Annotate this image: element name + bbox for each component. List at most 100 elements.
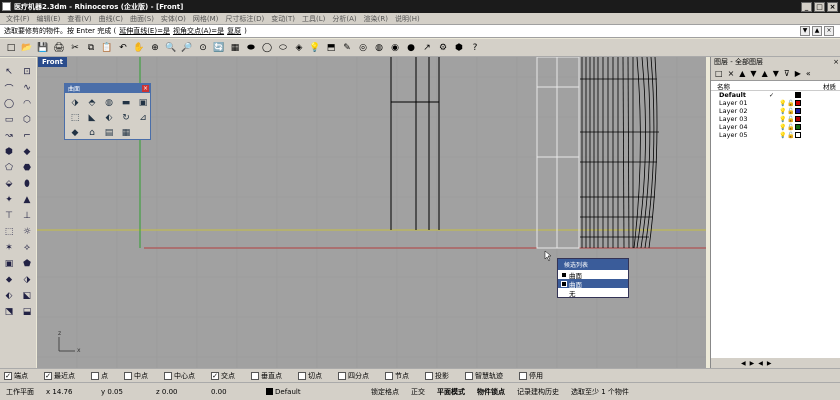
layer-tool-icon[interactable]: □ bbox=[715, 69, 723, 78]
tool-icon[interactable]: ⌒ bbox=[0, 80, 18, 96]
menu-item[interactable]: 查看(V) bbox=[67, 14, 91, 24]
tool-icon[interactable]: ⌐ bbox=[18, 128, 36, 144]
toolbar-icon[interactable]: ↶ bbox=[116, 41, 130, 55]
close-button[interactable]: × bbox=[827, 1, 838, 12]
osnap-option[interactable]: 四分点 bbox=[338, 371, 369, 381]
toolbar-icon[interactable]: □ bbox=[4, 41, 18, 55]
tool-icon[interactable]: ⬠ bbox=[0, 160, 18, 176]
toolbar-icon[interactable]: 📋 bbox=[100, 41, 114, 55]
layer-color-swatch[interactable] bbox=[795, 92, 801, 98]
toolbar-icon[interactable]: ⬭ bbox=[276, 41, 290, 55]
toolbar-icon[interactable]: ◈ bbox=[292, 41, 306, 55]
selection-candidate-list[interactable]: 候选列表 曲面 曲面 无 bbox=[557, 258, 629, 298]
menu-item[interactable]: 变动(T) bbox=[271, 14, 295, 24]
tool-icon[interactable]: ◠ bbox=[18, 96, 36, 112]
toolbar-icon[interactable]: ✂ bbox=[68, 41, 82, 55]
tool-icon[interactable]: ◆ bbox=[18, 144, 36, 160]
osnap-option[interactable]: 中心点 bbox=[164, 371, 195, 381]
layer-row[interactable]: Layer 04 💡 🔓 bbox=[711, 123, 840, 131]
tool-icon[interactable]: ☼ bbox=[18, 224, 36, 240]
layer-color-swatch[interactable] bbox=[795, 100, 801, 106]
toolbar-icon[interactable]: ● bbox=[404, 41, 418, 55]
scroll-arrow-icon[interactable]: ◀ bbox=[758, 360, 763, 367]
toolbar-icon[interactable]: ◯ bbox=[260, 41, 274, 55]
osnap-checkbox[interactable]: ✓ bbox=[44, 371, 52, 380]
tool-icon[interactable]: ⬕ bbox=[18, 288, 36, 304]
toolbar-icon[interactable]: 💡 bbox=[308, 41, 322, 55]
surface-tool-icon[interactable]: ◣ bbox=[84, 110, 100, 125]
toolbar-icon[interactable]: ◉ bbox=[388, 41, 402, 55]
panel-close-icon[interactable]: × bbox=[142, 85, 149, 92]
osnap-checkbox[interactable] bbox=[338, 371, 346, 380]
menu-item[interactable]: 工具(L) bbox=[302, 14, 325, 24]
surface-tool-icon[interactable]: ⬚ bbox=[67, 110, 83, 125]
toolbar-icon[interactable]: 🔍 bbox=[164, 41, 178, 55]
layer-color-swatch[interactable] bbox=[795, 124, 801, 130]
osnap-checkbox[interactable] bbox=[465, 371, 473, 380]
viewport-title[interactable]: Front bbox=[38, 57, 67, 67]
menu-item[interactable]: 尺寸标注(D) bbox=[225, 14, 264, 24]
candidate-item-none[interactable]: 无 bbox=[558, 288, 628, 298]
cmd-dropdown-icon[interactable]: ▼ bbox=[800, 26, 810, 36]
surface-tool-icon[interactable]: ⬖ bbox=[101, 110, 117, 125]
osnap-option[interactable]: 停用 bbox=[519, 371, 543, 381]
osnap-checkbox[interactable] bbox=[124, 371, 132, 380]
tool-icon[interactable]: ↝ bbox=[0, 128, 18, 144]
scroll-arrow-icon[interactable]: ▶ bbox=[767, 360, 772, 367]
toolbar-icon[interactable]: ⊙ bbox=[196, 41, 210, 55]
lock-icon[interactable]: 🔓 bbox=[787, 124, 795, 131]
tool-icon[interactable]: ⬗ bbox=[18, 272, 36, 288]
osnap-toggle[interactable]: 物件锁点 bbox=[471, 387, 511, 397]
osnap-checkbox[interactable] bbox=[519, 371, 527, 380]
osnap-checkbox[interactable] bbox=[251, 371, 259, 380]
tool-icon[interactable]: ∿ bbox=[18, 80, 36, 96]
toolbar-icon[interactable]: ⬒ bbox=[324, 41, 338, 55]
toolbar-icon[interactable]: ✎ bbox=[340, 41, 354, 55]
layer-color-swatch[interactable] bbox=[795, 108, 801, 114]
surface-tool-icon[interactable]: ▣ bbox=[135, 95, 151, 110]
toolbar-icon[interactable]: ⚙ bbox=[436, 41, 450, 55]
layer-row[interactable]: Layer 03 💡 🔓 bbox=[711, 115, 840, 123]
tool-icon[interactable]: ⬟ bbox=[18, 256, 36, 272]
layer-row[interactable]: Layer 02 💡 🔓 bbox=[711, 107, 840, 115]
surface-tool-icon[interactable]: ▬ bbox=[118, 95, 134, 110]
current-layer[interactable]: Default bbox=[260, 388, 365, 396]
surface-tool-icon[interactable]: ⬗ bbox=[67, 95, 83, 110]
surface-tool-icon[interactable]: ⬘ bbox=[84, 95, 100, 110]
visibility-bulb-icon[interactable]: 💡 bbox=[779, 116, 787, 123]
osnap-option[interactable]: 垂直点 bbox=[251, 371, 282, 381]
osnap-option[interactable]: ✓ 交点 bbox=[211, 371, 235, 381]
layer-row[interactable]: Layer 05 💡 🔓 bbox=[711, 131, 840, 139]
osnap-option[interactable]: 切点 bbox=[298, 371, 322, 381]
tool-icon[interactable]: ⬓ bbox=[18, 304, 36, 320]
tool-icon[interactable]: ⬢ bbox=[0, 144, 18, 160]
menu-item[interactable]: 文件(F) bbox=[6, 14, 30, 24]
menu-item[interactable]: 分析(A) bbox=[332, 14, 356, 24]
option-extend-lines[interactable]: 延伸直线(E)=是 bbox=[119, 26, 170, 36]
toolbar-icon[interactable]: 📂 bbox=[20, 41, 34, 55]
layer-row[interactable]: Default ✓ bbox=[711, 91, 840, 99]
tool-icon[interactable]: ⊥ bbox=[18, 208, 36, 224]
visibility-bulb-icon[interactable]: 💡 bbox=[779, 124, 787, 131]
visibility-bulb-icon[interactable]: 💡 bbox=[779, 132, 787, 139]
option-undo[interactable]: 复原 bbox=[227, 26, 241, 36]
option-apparent-intersections[interactable]: 视角交点(A)=是 bbox=[173, 26, 224, 36]
osnap-checkbox[interactable] bbox=[425, 371, 433, 380]
command-line[interactable]: 选取要修剪的物件。按 Enter 完成 ( 延伸直线(E)=是 视角交点(A)=… bbox=[0, 24, 840, 38]
planar-toggle[interactable]: 平面模式 bbox=[431, 387, 471, 397]
menu-item[interactable]: 说明(H) bbox=[395, 14, 420, 24]
toolbar-icon[interactable]: ⧉ bbox=[84, 41, 98, 55]
scroll-arrow-icon[interactable]: ◀ bbox=[741, 360, 746, 367]
osnap-option[interactable]: 智慧轨迹 bbox=[465, 371, 503, 381]
tool-icon[interactable]: ⬡ bbox=[18, 112, 36, 128]
osnap-option[interactable]: 中点 bbox=[124, 371, 148, 381]
cmd-close-icon[interactable]: × bbox=[824, 26, 834, 36]
layer-tool-icon[interactable]: « bbox=[806, 69, 811, 78]
tool-icon[interactable]: ▲ bbox=[18, 192, 36, 208]
surface-tool-icon[interactable]: ◆ bbox=[67, 125, 83, 140]
toolbar-icon[interactable]: 🖨 bbox=[52, 41, 66, 55]
visibility-bulb-icon[interactable]: 💡 bbox=[779, 100, 787, 107]
surface-tool-icon[interactable]: ⊿ bbox=[135, 110, 151, 125]
lock-icon[interactable]: 🔓 bbox=[787, 100, 795, 107]
grid-snap-toggle[interactable]: 锁定格点 bbox=[365, 387, 405, 397]
